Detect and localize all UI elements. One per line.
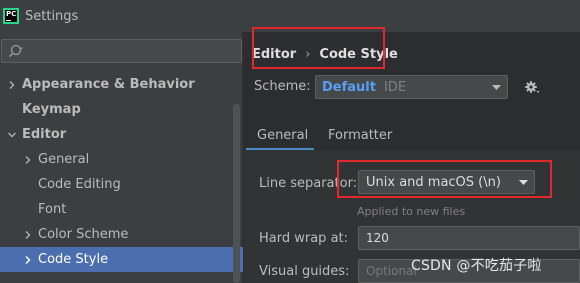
search-icon	[9, 44, 23, 58]
sidebar-item-appearance[interactable]: Appearance & Behavior	[0, 72, 231, 97]
pycharm-logo-icon: PC	[3, 8, 19, 24]
sidebar-item-label: Code Editing	[38, 177, 121, 192]
chevron-right-icon	[25, 155, 31, 164]
sidebar-item-editor[interactable]: Editor	[0, 122, 231, 147]
sidebar-scrollbar[interactable]	[233, 104, 240, 283]
scheme-label: Scheme:	[254, 79, 311, 94]
csdn-watermark: CSDN @不吃茄子啦	[411, 258, 542, 274]
sidebar-item-code-editing[interactable]: Code Editing	[0, 172, 231, 197]
line-separator-hint: Applied to new files	[357, 205, 466, 218]
annotation-highlight-line-separator	[337, 160, 552, 198]
scheme-dropdown[interactable]: Default IDE	[315, 75, 508, 99]
chevron-down-icon	[8, 132, 16, 137]
sidebar-item-label: Color Scheme	[38, 227, 129, 242]
sidebar-item-keymap[interactable]: Keymap	[0, 97, 231, 122]
sidebar-item-label: Keymap	[22, 102, 81, 117]
window-title: Settings	[25, 8, 79, 24]
tab-general[interactable]: General	[257, 128, 308, 143]
chevron-right-icon	[9, 80, 15, 89]
hard-wrap-input[interactable]: 120	[358, 226, 580, 250]
sidebar-item-label: Font	[38, 202, 67, 217]
sidebar-item-color-scheme[interactable]: Color Scheme	[0, 222, 231, 247]
annotation-highlight-breadcrumb	[252, 27, 385, 69]
visual-guides-label: Visual guides:	[259, 264, 350, 279]
chevron-right-icon	[25, 255, 31, 264]
dropdown-caret-icon	[492, 85, 501, 90]
sidebar-item-label: General	[38, 152, 90, 167]
sidebar-item-label: Code Style	[38, 252, 109, 267]
chevron-right-icon	[25, 230, 31, 239]
scheme-sub: IDE	[383, 79, 407, 95]
hard-wrap-label: Hard wrap at:	[259, 231, 349, 246]
gear-icon[interactable]	[524, 79, 540, 95]
sidebar-item-general[interactable]: General	[0, 147, 231, 172]
tab-formatter[interactable]: Formatter	[328, 128, 392, 143]
settings-sidebar: Appearance & Behavior Keymap Editor Gene…	[0, 32, 243, 283]
settings-search[interactable]	[1, 39, 242, 63]
sidebar-item-font[interactable]: Font	[0, 197, 231, 222]
sidebar-item-code-style[interactable]: Code Style	[0, 247, 243, 272]
sidebar-item-label: Editor	[22, 127, 67, 142]
sidebar-item-label: Appearance & Behavior	[22, 77, 195, 92]
search-input[interactable]	[28, 42, 228, 60]
scheme-value: Default	[322, 79, 376, 95]
